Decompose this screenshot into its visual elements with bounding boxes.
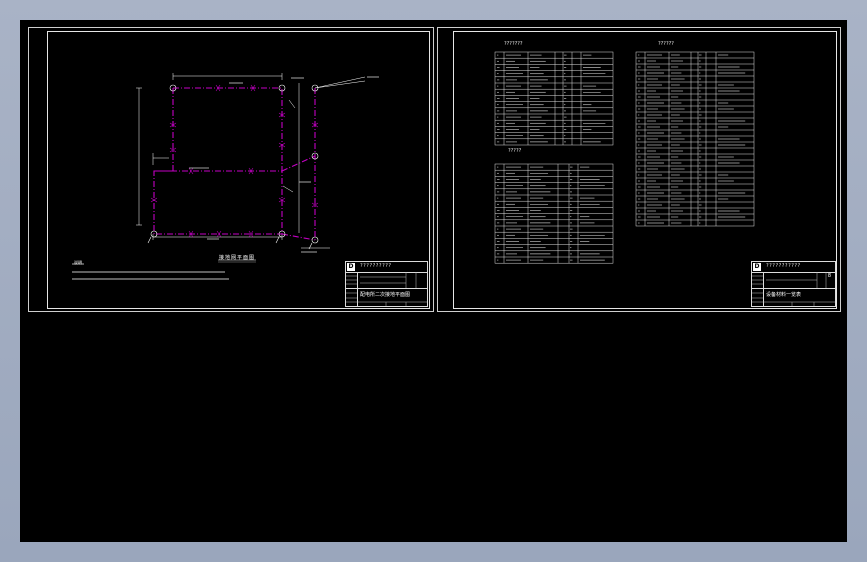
drawing-sheet-grounding-plan: 接地网平面图 说明 D ?????????? 配电所二次接地平面图 xyxy=(28,27,434,312)
plan-label: 接地网平面图 xyxy=(219,255,256,261)
notes-heading: 说明 xyxy=(74,260,82,265)
drawing-sheet-equipment-list: ??????? ????? ?????? D ??????????? 8 设备材… xyxy=(437,27,841,312)
title-block: D ?????????? 配电所二次接地平面图 xyxy=(345,261,428,307)
title-block: D ??????????? 8 设备材料一览表 xyxy=(751,261,836,307)
title-block-grid xyxy=(346,272,427,306)
dimension-lines xyxy=(136,73,366,249)
notes-text-lines xyxy=(72,263,229,280)
title-block-grid xyxy=(752,272,835,306)
cad-drawing-canvas[interactable]: 接地网平面图 说明 D ?????????? 配电所二次接地平面图 ??????… xyxy=(20,20,847,542)
grounding-conductor xyxy=(153,87,316,241)
ground-rod-marks xyxy=(150,84,319,238)
annotation-scribbles xyxy=(189,76,379,253)
